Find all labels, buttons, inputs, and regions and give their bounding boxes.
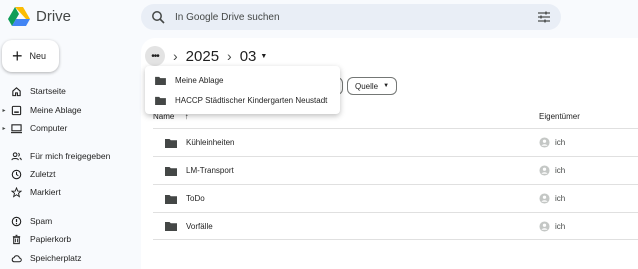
expand-caret-icon[interactable]: ▸ (0, 125, 8, 132)
folder-icon (155, 96, 166, 105)
plus-icon: + (12, 46, 23, 66)
sidebar-item-label: Computer (30, 123, 68, 133)
table-row[interactable]: Vorfälle ich (153, 212, 638, 240)
sidebar-item-label: Papierkorb (30, 234, 72, 244)
table-row[interactable]: ToDo ich (153, 184, 638, 212)
breadcrumb-more-button[interactable]: ••• (145, 46, 165, 66)
avatar-icon (539, 165, 550, 176)
app-name: Drive (36, 7, 72, 25)
sidebar-item-label: Markiert (30, 187, 61, 197)
drive-icon (10, 104, 22, 116)
file-name: ToDo (186, 194, 205, 203)
sidebar-item-starred[interactable]: Markiert (0, 184, 135, 200)
filter-chip-source[interactable]: Quelle ▼ (347, 77, 398, 95)
table-row[interactable]: Kühleinheiten ich (153, 128, 638, 156)
owner-cell: ich (539, 193, 565, 204)
owner-cell: ich (539, 137, 565, 148)
avatar-icon (539, 220, 550, 232)
sidebar-item-trash[interactable]: Papierkorb (0, 231, 135, 247)
menu-item-my-drive[interactable]: Meine Ablage (145, 70, 340, 90)
owner-name: ich (555, 166, 566, 175)
sidebar-item-computer[interactable]: ▸ Computer (0, 120, 135, 136)
drive-logo[interactable]: Drive (8, 6, 71, 26)
sidebar-item-label: Speicherplatz (30, 253, 82, 263)
breadcrumb-menu: Meine Ablage HACCP Städtischer Kindergar… (145, 66, 340, 114)
folder-icon (165, 166, 177, 176)
avatar-icon (539, 193, 550, 204)
sidebar-item-home[interactable]: Startseite (0, 83, 135, 99)
sidebar-item-label: Startseite (30, 86, 66, 96)
sidebar-item-shared[interactable]: Für mich freigegeben (0, 148, 135, 164)
sidebar-item-label: Spam (30, 216, 53, 226)
folder-icon (165, 138, 177, 148)
folder-icon (155, 76, 166, 85)
star-icon (10, 186, 22, 198)
search-bar[interactable]: In Google Drive suchen (141, 4, 561, 30)
filter-chip-label: Quelle (355, 81, 379, 91)
owner-cell: ich (539, 220, 566, 232)
table-row[interactable]: LM-Transport ich (153, 156, 638, 184)
breadcrumb-item-03: 03 (239, 47, 257, 65)
clock-icon (10, 168, 22, 180)
new-button-label: Neu (29, 51, 47, 61)
menu-item-label: HACCP Städtischer Kindergarten Neustadt (175, 95, 328, 105)
drive-logo-icon (8, 7, 30, 26)
column-header-owner[interactable]: Eigentümer (539, 112, 580, 121)
sidebar-item-label: Meine Ablage (30, 105, 82, 115)
search-options-icon[interactable] (537, 11, 551, 23)
menu-item-label: Meine Ablage (175, 75, 224, 85)
menu-item-haccp[interactable]: HACCP Städtischer Kindergarten Neustadt (145, 90, 340, 110)
chevron-right-icon: › (173, 48, 178, 64)
breadcrumb-current-folder[interactable]: 03 ▼ (240, 48, 268, 65)
new-button[interactable]: + Neu (2, 40, 59, 72)
file-name: Kühleinheiten (186, 138, 235, 147)
breadcrumb: ••• › 2025 › 03 ▼ (145, 46, 267, 66)
owner-name: ich (555, 221, 566, 231)
trash-icon (10, 233, 22, 245)
breadcrumb-item-2025[interactable]: 2025 (186, 48, 219, 65)
spam-icon (10, 215, 22, 227)
owner-name: ich (555, 138, 566, 147)
expand-caret-icon[interactable]: ▸ (0, 107, 8, 114)
file-name: LM-Transport (186, 166, 234, 175)
sidebar-item-recent[interactable]: Zuletzt (0, 166, 135, 182)
sidebar-item-label: Für mich freigegeben (30, 151, 111, 161)
cloud-icon (10, 252, 22, 264)
sidebar-item-label: Zuletzt (30, 169, 56, 179)
search-icon[interactable] (151, 10, 165, 24)
chevron-right-icon: › (227, 48, 232, 64)
home-icon (10, 85, 22, 97)
caret-down-icon: ▼ (383, 83, 390, 89)
caret-down-icon: ▼ (260, 52, 268, 60)
folder-icon (165, 194, 177, 204)
folder-icon (165, 222, 177, 231)
sidebar-item-spam[interactable]: Spam (0, 213, 135, 229)
sidebar-item-storage[interactable]: Speicherplatz (0, 250, 135, 266)
computer-icon (10, 122, 22, 134)
avatar-icon (539, 137, 550, 148)
file-name: Vorfälle (186, 221, 213, 231)
people-icon (10, 150, 22, 162)
search-input[interactable]: In Google Drive suchen (175, 12, 537, 23)
owner-cell: ich (539, 165, 565, 176)
sidebar-item-my-drive[interactable]: ▸ Meine Ablage (0, 102, 135, 118)
owner-name: ich (555, 194, 566, 203)
